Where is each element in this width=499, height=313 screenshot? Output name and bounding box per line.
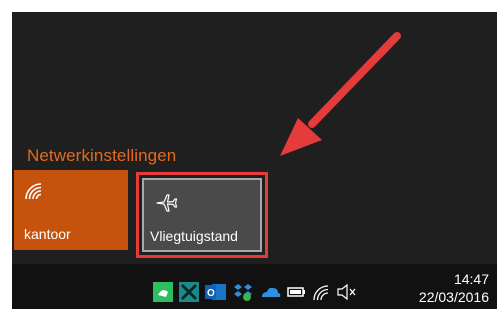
- dropbox-icon[interactable]: [233, 282, 253, 307]
- svg-text:O: O: [207, 288, 215, 299]
- taskbar-clock[interactable]: 14:47 22/03/2016: [419, 270, 489, 306]
- volume-muted-icon[interactable]: [336, 282, 358, 307]
- clock-time: 14:47: [453, 271, 489, 287]
- evernote-icon[interactable]: [153, 282, 173, 307]
- battery-icon[interactable]: [287, 282, 307, 307]
- onedrive-icon[interactable]: [259, 282, 281, 307]
- clock-date: 22/03/2016: [418, 289, 489, 305]
- wifi-icon[interactable]: [312, 282, 332, 307]
- app-x-icon[interactable]: [179, 282, 199, 307]
- outlook-icon[interactable]: O: [205, 282, 227, 307]
- action-center-screenshot: Netwerkinstellingen kantoor Vliegtuigsta…: [12, 12, 497, 309]
